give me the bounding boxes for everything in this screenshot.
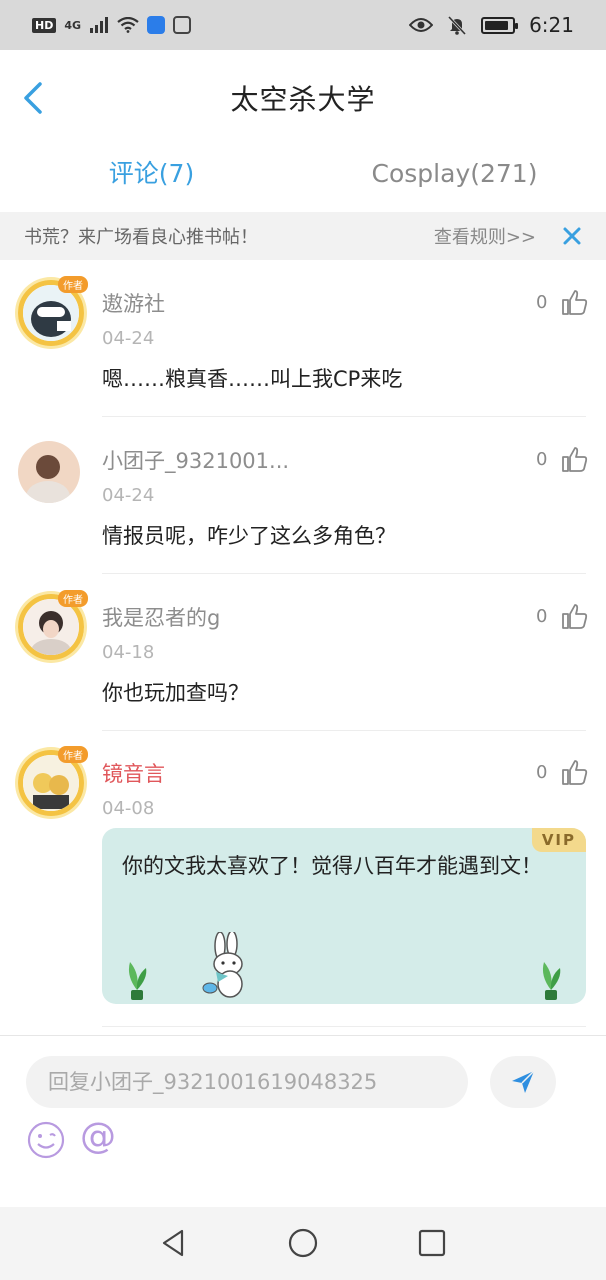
tab-bar: 评论(7) Cosplay(271) — [0, 140, 606, 212]
comment-date: 04-24 — [102, 485, 155, 506]
comment-content: 嗯……粮真香……叫上我CP来吃 — [102, 367, 403, 391]
vip-comment-card: VIP 你的文我太喜欢了！觉得八百年才能遇到文！ — [102, 828, 586, 1004]
thumbs-up-icon[interactable] — [560, 602, 588, 630]
shield-icon — [147, 16, 166, 34]
comment-date: 04-08 — [102, 798, 155, 819]
rabbit-icon — [202, 932, 243, 998]
system-nav-bar — [0, 1207, 606, 1280]
comment-content: 情报员呢，咋少了这么多角色？ — [102, 524, 396, 548]
like-count: 0 — [536, 762, 548, 783]
send-button[interactable] — [490, 1056, 556, 1108]
hd-indicator: HD — [32, 17, 57, 33]
reply-bar: @ — [0, 1035, 606, 1207]
plant-icon — [542, 962, 561, 1000]
wifi-icon — [117, 17, 139, 33]
reply-input[interactable] — [26, 1056, 468, 1108]
nav-home-icon[interactable] — [287, 1227, 319, 1259]
notice-text: 书荒？来广场看良心推书帖！ — [24, 227, 258, 248]
view-rules-link[interactable]: 查看规则>> — [434, 223, 536, 249]
divider — [102, 573, 586, 574]
eye-icon — [409, 18, 434, 32]
mention-icon[interactable]: @ — [80, 1116, 116, 1157]
comment-list: 作者 遨游社 04-24 嗯……粮真香……叫上我CP来吃 0 小团子_93210… — [0, 260, 606, 1035]
notice-banner: 书荒？来广场看良心推书帖！ 查看规则>> — [0, 212, 606, 260]
status-bar: HD 4G 6:21 — [0, 0, 606, 50]
tab-cosplay[interactable]: Cosplay(271) — [303, 140, 606, 212]
page-header: 太空杀大学 — [0, 50, 606, 146]
divider — [102, 730, 586, 731]
signal-icon — [90, 17, 109, 33]
plant-icon — [128, 962, 147, 1000]
battery-icon — [481, 16, 519, 34]
page-title: 太空杀大学 — [230, 83, 376, 116]
tab-comments[interactable]: 评论(7) — [0, 140, 303, 212]
author-badge: 作者 — [58, 590, 88, 607]
status-time: 6:21 — [529, 13, 574, 37]
author-badge: 作者 — [58, 276, 88, 293]
huawei-app-icon — [173, 16, 192, 34]
nav-back-icon[interactable] — [158, 1227, 190, 1259]
mute-bell-icon — [447, 15, 467, 35]
author-badge: 作者 — [58, 746, 88, 763]
comment-content: 你也玩加查吗？ — [102, 681, 249, 705]
thumbs-up-icon[interactable] — [560, 445, 588, 473]
comment-username[interactable]: 镜音言 — [102, 758, 165, 788]
comment-date: 04-18 — [102, 642, 155, 663]
comment-content: 你的文我太喜欢了！觉得八百年才能遇到文！ — [122, 854, 542, 878]
like-count: 0 — [536, 606, 548, 627]
send-arrow-icon — [512, 1070, 535, 1093]
comment-username[interactable]: 遨游社 — [102, 288, 165, 318]
comment-username[interactable]: 我是忍者的g — [102, 602, 220, 632]
comment-date: 04-24 — [102, 328, 155, 349]
network-type: 4G — [64, 18, 82, 32]
nav-recent-apps-icon[interactable] — [416, 1227, 448, 1259]
like-count: 0 — [536, 449, 548, 470]
avatar[interactable] — [18, 441, 80, 503]
thumbs-up-icon[interactable] — [560, 288, 588, 316]
divider — [102, 1026, 586, 1027]
divider — [102, 416, 586, 417]
comment-username[interactable]: 小团子_9321001... — [102, 445, 289, 475]
thumbs-up-icon[interactable] — [560, 758, 588, 786]
like-count: 0 — [536, 292, 548, 313]
close-icon[interactable] — [562, 226, 582, 246]
emoji-icon[interactable] — [26, 1120, 66, 1160]
